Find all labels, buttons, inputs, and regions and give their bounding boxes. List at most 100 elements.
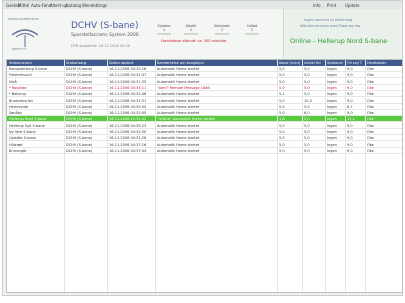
updated-label: DFB opdateret: 16.12.2006 09:26 bbox=[71, 44, 130, 48]
table-row[interactable]: Frederiksund DCHV (S-bane) 16-11-2006 04:3… bbox=[7, 72, 402, 79]
table-cell: Oke bbox=[367, 130, 374, 134]
table-cell: DCHV (S-bane) bbox=[66, 67, 93, 71]
table-cell: 9,0 bbox=[347, 130, 353, 134]
table-cell: * Ballerup bbox=[9, 92, 27, 97]
table-row[interactable]: Nivå DCHV (S-bane) 16-11-2006 04:31:35 Auto… bbox=[7, 79, 402, 85]
stat-udvikl: Udvikl 1 bbox=[180, 24, 202, 35]
table-cell: Automatik Home startet bbox=[157, 130, 200, 134]
menu-item-4[interactable]: Katalog bbox=[66, 3, 81, 8]
table-cell: Ingen bbox=[327, 98, 337, 103]
table-cell: Ny Vest S-bane bbox=[9, 130, 36, 134]
column-header[interactable]: Sidste opstart bbox=[109, 61, 133, 65]
table-row[interactable]: Kampsterburg S-bane DCHV (S-bane) 16-11-20… bbox=[7, 66, 402, 72]
app-title: DCHV (S-bane) bbox=[71, 21, 139, 31]
table-cell: 6,0 bbox=[304, 111, 310, 116]
stat-value: 1 bbox=[162, 28, 166, 32]
table-cell: Ingen bbox=[327, 79, 337, 84]
table-cell: Ingen bbox=[327, 104, 337, 109]
table-cell: Nivå bbox=[9, 79, 17, 84]
menu-item-1[interactable]: Mittel bbox=[18, 3, 29, 8]
menu-item-3[interactable]: Altert-up bbox=[50, 3, 68, 8]
table-row[interactable]: Herlevorde DCHV (S-bane) 16-11-2006 04:30:… bbox=[7, 104, 402, 110]
table-cell: Automatik Home startet bbox=[157, 136, 200, 141]
table-cell: Automatik Home startet bbox=[157, 67, 200, 71]
menu-item-5[interactable]: Wendettings bbox=[82, 3, 107, 8]
online-status: Online - Hellerup Nord S-bane bbox=[290, 37, 388, 45]
column-header[interactable]: Hentkabler bbox=[367, 61, 386, 65]
table-row[interactable]: Hillerød DCHV (S-bane) 16-11-2006 04:37:16… bbox=[7, 142, 402, 148]
table-cell: 9,0 bbox=[347, 85, 353, 90]
column-header[interactable]: Fill sejl T bbox=[347, 61, 362, 65]
menu-item-2[interactable]: Auto-Fahrt bbox=[31, 3, 52, 8]
column-header[interactable]: Stationer bbox=[327, 61, 343, 65]
table-cell: 5,0 bbox=[279, 79, 285, 84]
table-cell: 16-11-2006 04:32:46 bbox=[109, 92, 147, 97]
status-panel: Ingen services til afslutning Afslutte s… bbox=[283, 9, 401, 59]
table-cell: Oke bbox=[367, 67, 374, 71]
column-header[interactable]: Udvikl Rd bbox=[304, 61, 321, 65]
table-cell: Ingen bbox=[327, 73, 337, 78]
table-row[interactable]: Ny Vest S-bane DCHV (S-bane) 16-11-2006 04… bbox=[7, 129, 402, 135]
table-cell: DCHV (S-bane) bbox=[66, 142, 93, 147]
table-cell: 16-11-2006 04:33:11 bbox=[109, 85, 147, 90]
table-row[interactable]: Hellerup Nord S-bane DCHV (S-bane) 16-11-2… bbox=[7, 116, 402, 123]
stat-aktiv: Aktiv/adr 1 bbox=[211, 24, 233, 35]
app-window: Gestell Mittel Auto-Fahrt Altert-up Katalog W… bbox=[2, 0, 403, 296]
menu-item-7[interactable]: Print bbox=[327, 3, 336, 8]
table-cell: Automatik Home startet bbox=[157, 79, 200, 84]
table-cell: DCHV (S-bane) bbox=[66, 130, 93, 134]
table-cell: 16-11-2006 04:35:23 bbox=[109, 123, 147, 128]
table-row[interactable]: Buoesdnurlev DCHV (S-bane) 16-11-2006 04:3… bbox=[7, 98, 402, 104]
table-cell: 5,0 bbox=[279, 111, 285, 116]
table-cell: Ingen bbox=[327, 92, 337, 97]
column-header[interactable]: Stationsnavn bbox=[9, 61, 32, 65]
table-cell: 9,0 bbox=[347, 111, 353, 116]
column-header[interactable]: Stationsarg. bbox=[66, 61, 87, 65]
logo-line-1: DANSK BANEFORUM bbox=[8, 17, 39, 21]
table-cell: Automatik Home startet bbox=[157, 104, 200, 109]
table-cell: Buoesdnurlev bbox=[9, 98, 34, 103]
table-row[interactable]: Sønåby DCHV (S-bane) 16-11-2006 04:31:05 Au… bbox=[7, 110, 402, 117]
table-cell: 5,0 bbox=[304, 67, 310, 71]
table-cell: 16-11-2006 04:37:16 bbox=[109, 142, 147, 147]
table-cell: 5,0 bbox=[279, 104, 285, 109]
table-row[interactable]: Ugledte S-bane DCHV (S-bane) 16-11-2006 04… bbox=[7, 135, 402, 142]
table-cell: 16-11-2006 04:30:54 bbox=[109, 104, 147, 109]
table-cell: 5,0 bbox=[304, 123, 310, 128]
table-cell: DCHV (S-bane) bbox=[66, 104, 93, 109]
table-cell: 16-11-2006 04:31:31 bbox=[109, 98, 147, 103]
table-cell: Oke bbox=[367, 117, 374, 122]
table-cell: DCHV (S-bane) bbox=[66, 79, 93, 84]
table-row[interactable]: Hellerup Syd S-bane DCHV (S-bane) 16-11-20… bbox=[7, 123, 402, 129]
column-divider bbox=[365, 60, 366, 292]
menu-item-8[interactable]: Update bbox=[345, 3, 360, 8]
table-cell: DCHV (S-bane) bbox=[66, 73, 93, 78]
table-row[interactable]: * Roskilde DCHV (S-bane) 16-11-2006 04:33:… bbox=[7, 85, 402, 91]
column-divider bbox=[345, 60, 346, 292]
column-divider bbox=[155, 60, 156, 292]
column-header[interactable]: Bemærkelse om kongelpur bbox=[157, 61, 204, 65]
table-row[interactable]: * Ballerup DCHV (S-bane) 16-11-2006 04:32:… bbox=[7, 91, 402, 98]
stat-udlod: Udlod 1 bbox=[241, 24, 263, 35]
table-cell: Oke bbox=[367, 136, 374, 141]
menu-item-6[interactable]: Info bbox=[313, 3, 321, 8]
table-cell: 9,0 bbox=[347, 79, 353, 84]
table-cell: Oke bbox=[367, 104, 374, 109]
table-cell: Oke bbox=[367, 79, 374, 84]
column-header[interactable]: Kopie (mini) bbox=[279, 61, 300, 65]
table-cell: Brurongår bbox=[9, 148, 27, 153]
table-cell: Ingen bbox=[327, 136, 337, 141]
table-cell: Sønåby bbox=[9, 111, 23, 116]
table-cell: 5,0 bbox=[304, 104, 310, 109]
table-cell: DCHV (S-bane) bbox=[66, 117, 93, 122]
table-cell: 5,0 bbox=[304, 85, 310, 90]
table-cell: Oke bbox=[367, 98, 374, 103]
table-cell: Hellerup Syd S-bane bbox=[9, 123, 45, 128]
table-cell: DCHV (S-bane) bbox=[66, 136, 93, 141]
table-row[interactable]: Brurongår DCHV (S-bane) 16-11-2006 04:37:4… bbox=[7, 148, 402, 154]
table-cell: 5,0 bbox=[279, 148, 285, 153]
column-divider bbox=[325, 60, 326, 292]
table-cell: Hellerup Nord S-bane bbox=[9, 117, 47, 122]
table-cell: Automatik Home startet bbox=[157, 98, 200, 103]
table-cell: 16-11-2006 04:31:47 bbox=[109, 73, 147, 78]
